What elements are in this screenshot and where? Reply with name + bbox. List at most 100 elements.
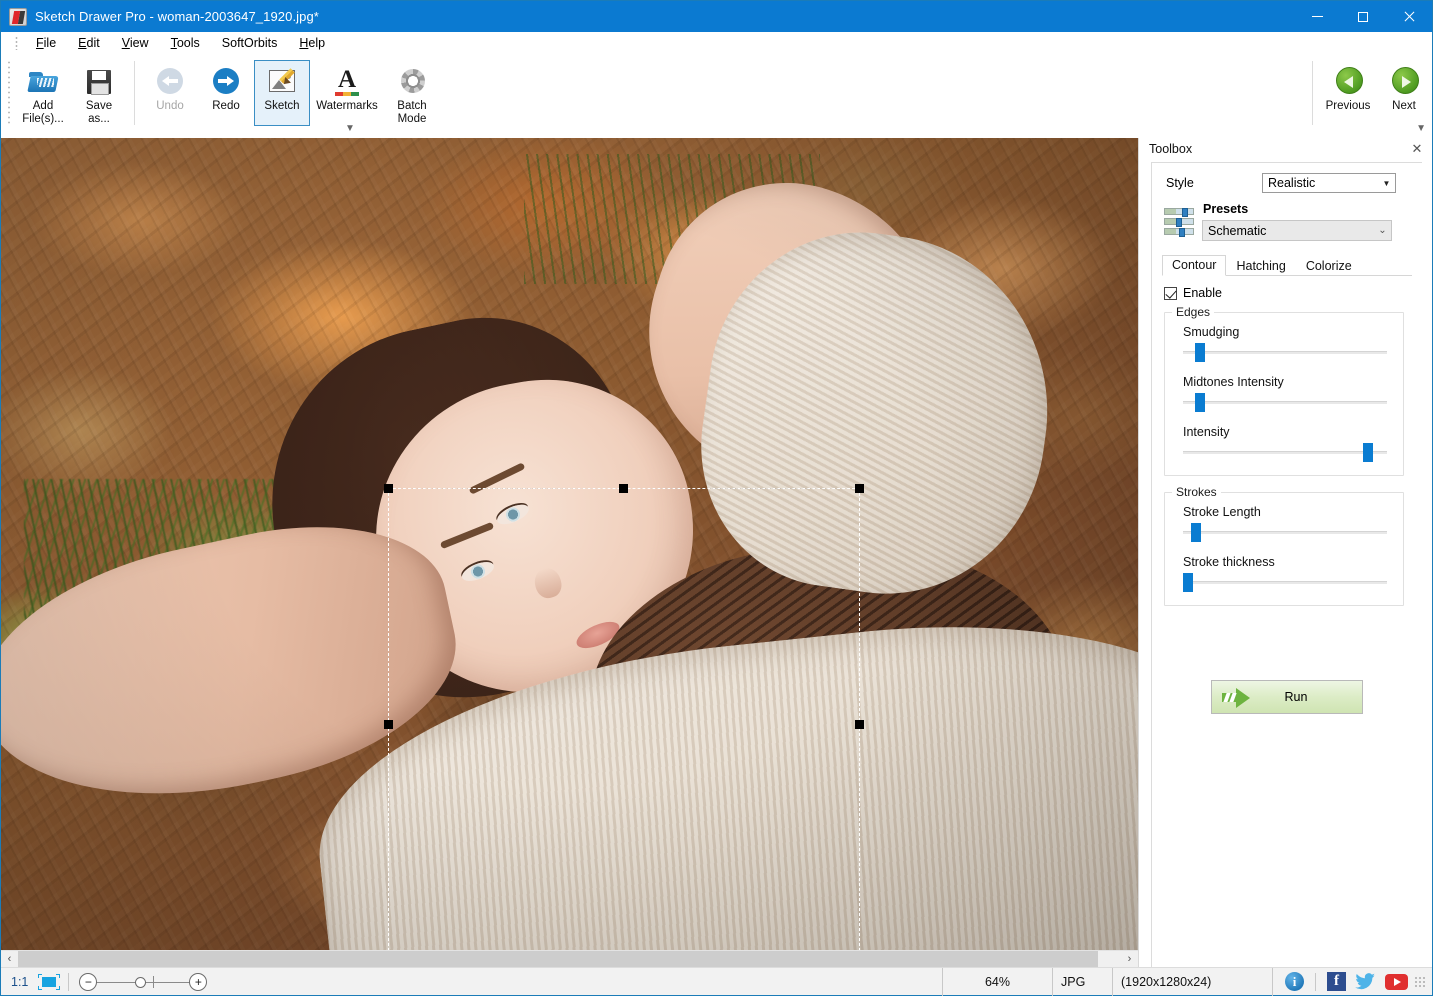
enable-checkbox[interactable] <box>1164 287 1177 300</box>
style-dropdown[interactable]: Realistic ▼ <box>1262 173 1396 193</box>
tab-contour[interactable]: Contour <box>1162 255 1226 276</box>
close-icon <box>1403 11 1415 23</box>
presets-value: Schematic <box>1208 224 1374 238</box>
intensity-track[interactable] <box>1183 451 1387 454</box>
menu-file[interactable]: File <box>25 34 67 52</box>
twitter-icon[interactable] <box>1355 972 1376 991</box>
zoom-ratio-label: 1:1 <box>11 975 28 989</box>
next-button[interactable]: Next <box>1376 60 1432 126</box>
strokes-group: Strokes Stroke Length Stroke thickness <box>1164 492 1404 606</box>
menu-help-label-rest: elp <box>308 36 325 50</box>
undo-button[interactable]: Undo <box>142 60 198 126</box>
stroke-length-slider[interactable] <box>1183 523 1387 541</box>
toolbar-nav-group: Previous Next ▼ <box>1305 54 1432 126</box>
file-format-label: JPG <box>1052 968 1112 996</box>
toolbar-overflow-chevron[interactable]: ▼ <box>345 123 355 134</box>
selection-handle-middle-right[interactable] <box>855 720 864 729</box>
menu-view[interactable]: View <box>111 34 160 52</box>
sketch-label: Sketch <box>264 100 299 113</box>
selection-handle-top-left[interactable] <box>384 484 393 493</box>
edges-group: Edges Smudging Midtones Intensity Intens… <box>1164 312 1404 476</box>
zoom-slider-thumb[interactable] <box>135 977 146 988</box>
save-as-label: Save as... <box>86 100 112 126</box>
facebook-icon[interactable]: f <box>1327 972 1346 991</box>
resize-grip[interactable] <box>1414 976 1426 988</box>
tab-colorize[interactable]: Colorize <box>1296 256 1362 276</box>
redo-label: Redo <box>212 100 240 113</box>
stroke-length-thumb[interactable] <box>1191 523 1201 542</box>
application-window: Sketch Drawer Pro - woman-2003647_1920.j… <box>0 0 1433 996</box>
run-button[interactable]: Run <box>1211 680 1363 714</box>
menu-edit[interactable]: Edit <box>67 34 111 52</box>
status-divider-2 <box>1315 973 1316 991</box>
selection-rectangle[interactable] <box>388 488 860 950</box>
redo-button[interactable]: Redo <box>198 60 254 126</box>
scroll-left-arrow[interactable]: ‹ <box>1 951 18 968</box>
zoom-out-button[interactable]: − <box>79 973 97 991</box>
batch-mode-label: Batch Mode <box>397 100 426 126</box>
intensity-slider[interactable] <box>1183 443 1387 461</box>
status-divider-1 <box>68 973 69 991</box>
presets-dropdown[interactable]: Schematic ⌄ <box>1202 220 1392 241</box>
scroll-right-arrow[interactable]: › <box>1121 951 1138 968</box>
edges-group-label: Edges <box>1172 305 1214 319</box>
toolbox-content: Style Realistic ▼ Presets <box>1151 162 1422 967</box>
scrollbar-track[interactable] <box>18 951 1121 968</box>
scrollbar-thumb[interactable] <box>18 951 1098 968</box>
smudging-track[interactable] <box>1183 351 1387 354</box>
sketch-pencil-icon <box>266 65 298 97</box>
stroke-length-label: Stroke Length <box>1183 505 1393 519</box>
sketch-button[interactable]: Sketch <box>254 60 310 126</box>
info-icon[interactable]: i <box>1285 972 1304 991</box>
menu-view-label-rest: iew <box>130 36 149 50</box>
status-social-links: i f <box>1272 968 1408 996</box>
menu-softorbits-label: SoftOrbits <box>222 36 278 50</box>
enable-row[interactable]: Enable <box>1164 286 1412 300</box>
stroke-thickness-slider[interactable] <box>1183 573 1387 591</box>
effect-tabs: Contour Hatching Colorize <box>1162 255 1412 276</box>
enable-label: Enable <box>1183 286 1222 300</box>
menu-tools[interactable]: Tools <box>160 34 211 52</box>
watermarks-button[interactable]: A Watermarks <box>310 60 384 126</box>
smudging-thumb[interactable] <box>1195 343 1205 362</box>
close-button[interactable] <box>1386 1 1432 32</box>
save-as-button[interactable]: Save as... <box>71 60 127 127</box>
midtones-intensity-thumb[interactable] <box>1195 393 1205 412</box>
selection-handle-middle-left[interactable] <box>384 720 393 729</box>
smudging-slider[interactable] <box>1183 343 1387 361</box>
fit-to-screen-icon[interactable] <box>38 974 60 990</box>
open-folder-icon <box>27 65 59 97</box>
midtones-intensity-slider[interactable] <box>1183 393 1387 411</box>
stroke-length-track[interactable] <box>1183 531 1387 534</box>
stroke-thickness-thumb[interactable] <box>1183 573 1193 592</box>
toolbar-grip[interactable] <box>7 60 11 126</box>
maximize-button[interactable] <box>1340 1 1386 32</box>
batch-mode-button[interactable]: Batch Mode <box>384 60 440 127</box>
toolbox-close-icon[interactable]: ✕ <box>1408 140 1426 158</box>
selection-handle-top-right[interactable] <box>855 484 864 493</box>
canvas-area: ‹ › <box>1 138 1138 967</box>
image-preview[interactable] <box>1 138 1138 950</box>
minimize-icon <box>1312 16 1323 17</box>
stroke-thickness-track[interactable] <box>1183 581 1387 584</box>
tab-hatching[interactable]: Hatching <box>1226 256 1295 276</box>
toolbar-file-group: Add File(s)... Save as... <box>15 54 127 127</box>
horizontal-scrollbar[interactable]: ‹ › <box>1 950 1138 967</box>
zoom-in-button[interactable]: + <box>189 973 207 991</box>
intensity-thumb[interactable] <box>1363 443 1373 462</box>
selection-handle-top-center[interactable] <box>619 484 628 493</box>
midtones-intensity-track[interactable] <box>1183 401 1387 404</box>
add-files-button[interactable]: Add File(s)... <box>15 60 71 127</box>
menu-edit-label-rest: dit <box>87 36 100 50</box>
toolbar-separator-1 <box>134 61 135 125</box>
toolbar-history-group: Undo Redo <box>142 54 254 126</box>
menu-softorbits[interactable]: SoftOrbits <box>211 34 289 52</box>
previous-label: Previous <box>1326 100 1371 113</box>
intensity-label: Intensity <box>1183 425 1393 439</box>
menu-help[interactable]: Help <box>288 34 336 52</box>
previous-button[interactable]: Previous <box>1320 60 1376 126</box>
zoom-slider[interactable]: − + <box>79 971 207 993</box>
toolbar-overflow-chevron-right[interactable]: ▼ <box>1416 123 1426 134</box>
minimize-button[interactable] <box>1294 1 1340 32</box>
youtube-icon[interactable] <box>1385 974 1408 990</box>
